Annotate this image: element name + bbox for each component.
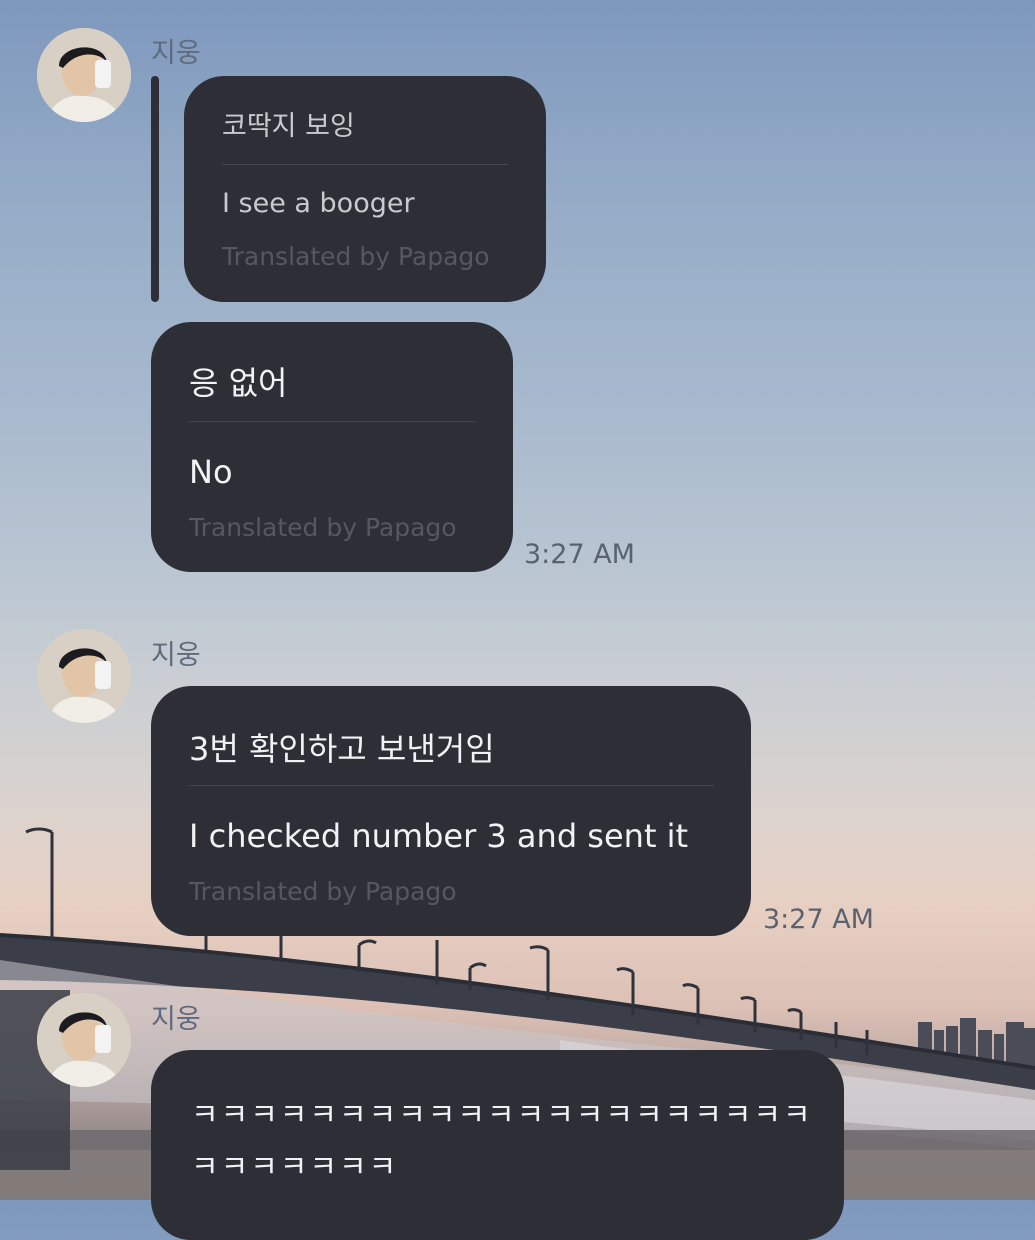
translation-text: No xyxy=(189,453,233,491)
avatar[interactable] xyxy=(37,993,131,1087)
translation-divider xyxy=(189,785,714,786)
avatar[interactable] xyxy=(37,629,131,723)
translation-credit: Translated by Papago xyxy=(222,242,490,271)
avatar-photo-icon xyxy=(37,629,131,723)
quote-bar xyxy=(151,76,159,302)
sender-name: 지웅 xyxy=(151,640,201,671)
sender-name: 지웅 xyxy=(151,38,201,69)
message-timestamp: 3:27 AM xyxy=(763,904,874,935)
avatar[interactable] xyxy=(37,28,131,122)
original-text: 3번 확인하고 보낸거임 xyxy=(189,730,495,768)
quoted-original-text: 코딱지 보잉 xyxy=(222,111,355,142)
message-bubble[interactable]: 응 없어 No Translated by Papago xyxy=(151,322,513,572)
translation-credit: Translated by Papago xyxy=(189,877,457,906)
translation-divider xyxy=(222,164,508,165)
translation-divider xyxy=(189,421,475,422)
translation-credit: Translated by Papago xyxy=(189,513,457,542)
avatar-photo-icon xyxy=(37,28,131,122)
message-timestamp: 3:27 AM xyxy=(524,539,635,570)
original-text: 응 없어 xyxy=(189,364,288,402)
sender-name: 지웅 xyxy=(151,1004,201,1035)
message-text-line: ㅋㅋㅋㅋㅋㅋㅋ xyxy=(191,1150,399,1185)
message-bubble[interactable]: 3번 확인하고 보낸거임 I checked number 3 and sent… xyxy=(151,686,751,936)
message-text-line: ㅋㅋㅋㅋㅋㅋㅋㅋㅋㅋㅋㅋㅋㅋㅋㅋㅋㅋㅋㅋㅋ xyxy=(191,1098,813,1133)
avatar-photo-icon xyxy=(37,993,131,1087)
quoted-translation-text: I see a booger xyxy=(222,188,415,219)
translation-text: I checked number 3 and sent it xyxy=(189,817,689,855)
message-bubble[interactable]: ㅋㅋㅋㅋㅋㅋㅋㅋㅋㅋㅋㅋㅋㅋㅋㅋㅋㅋㅋㅋㅋ ㅋㅋㅋㅋㅋㅋㅋ xyxy=(151,1050,844,1240)
quoted-message-bubble[interactable]: 코딱지 보잉 I see a booger Translated by Papa… xyxy=(184,76,546,302)
